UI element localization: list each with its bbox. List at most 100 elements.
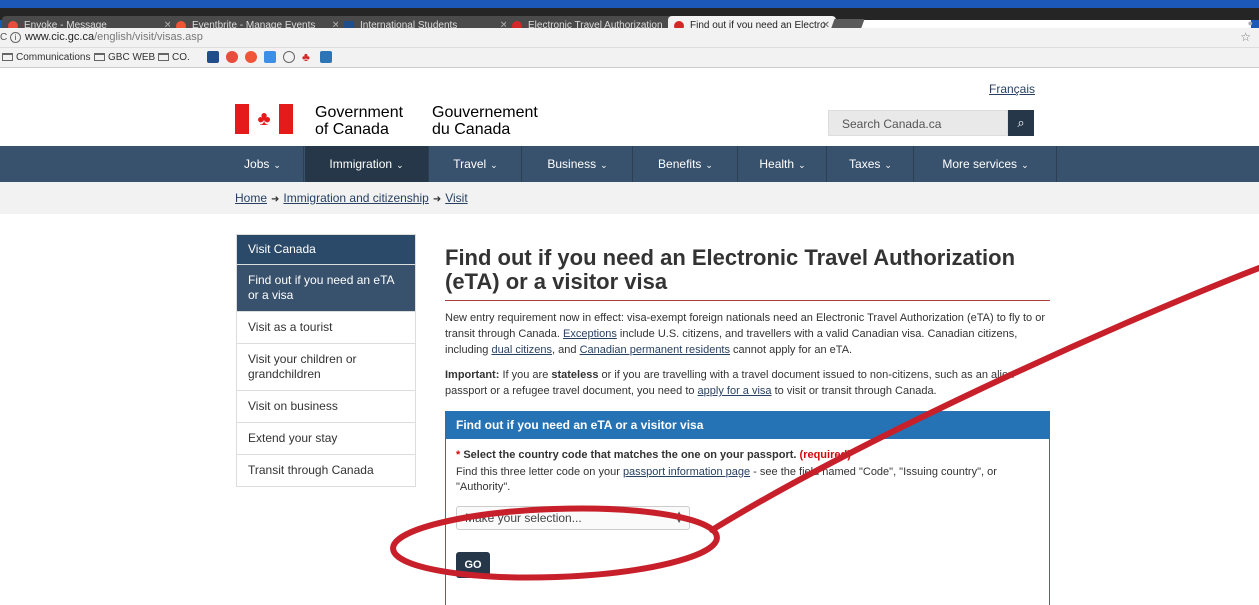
eventbrite-bookmark-icon[interactable] bbox=[245, 51, 257, 63]
panel-body: * Select the country code that matches t… bbox=[446, 439, 1049, 588]
country-code-select[interactable]: Make your selection... ▲ ▼ bbox=[456, 506, 690, 530]
chevron-down-icon: ⌄ bbox=[1021, 160, 1029, 170]
nav-item-business[interactable]: Business ⌄ bbox=[523, 146, 633, 182]
required-text: (required) bbox=[799, 449, 851, 461]
url-path: /english/visit/visas.asp bbox=[94, 31, 203, 43]
nav-label: Immigration bbox=[329, 157, 393, 171]
important-label: Important: bbox=[445, 369, 500, 381]
gbc-bookmark-icon[interactable] bbox=[207, 51, 219, 63]
dropbox-bookmark-icon[interactable] bbox=[264, 51, 276, 63]
chevron-down-icon: ⌄ bbox=[600, 160, 608, 170]
nav-label: Business bbox=[547, 157, 597, 171]
canada-flag-logo-icon[interactable]: ♣ bbox=[235, 104, 293, 134]
user-profile-icon[interactable]: ● bbox=[1248, 18, 1253, 28]
maple-leaf-icon: ♣ bbox=[257, 108, 271, 130]
arrow-right-icon: ➜ bbox=[432, 194, 442, 205]
breadcrumb-visit[interactable]: Visit bbox=[445, 191, 467, 205]
outlook-bookmark-icon[interactable] bbox=[320, 51, 332, 63]
section-menu-item-children[interactable]: Visit your children or grandchildren bbox=[237, 344, 415, 391]
breadcrumb-bar: Home ➜ Immigration and citizenship ➜ Visit bbox=[0, 182, 1259, 214]
nav-item-health[interactable]: Health ⌄ bbox=[739, 146, 827, 182]
country-code-label: * Select the country code that matches t… bbox=[456, 449, 1039, 461]
eta-check-panel: Find out if you need an eTA or a visitor… bbox=[445, 411, 1050, 605]
section-menu: Visit Canada Find out if you need an eTA… bbox=[236, 234, 416, 487]
url-host: www.cic.gc.ca bbox=[25, 31, 95, 43]
permanent-residents-link[interactable]: Canadian permanent residents bbox=[580, 344, 730, 356]
section-menu-item-eta[interactable]: Find out if you need an eTA or a visa bbox=[237, 265, 415, 312]
select-arrows-icon: ▲ ▼ bbox=[675, 509, 683, 525]
nav-label: More services bbox=[942, 157, 1018, 171]
search-input[interactable]: Search Canada.ca bbox=[828, 110, 1008, 136]
text: If you are bbox=[499, 369, 552, 381]
chevron-down-icon: ⌄ bbox=[273, 160, 281, 170]
web-page: Français ♣ Government of Canada Gouverne… bbox=[0, 68, 1259, 605]
nav-label: Taxes bbox=[849, 157, 881, 171]
gov-name-french: Gouvernement du Canada bbox=[432, 104, 538, 138]
info-icon[interactable]: i bbox=[10, 32, 21, 43]
stateless-term: stateless bbox=[551, 369, 599, 381]
gov-name-line: of Canada bbox=[315, 121, 389, 138]
text: Find this three letter code on your bbox=[456, 466, 623, 478]
apply-for-visa-link[interactable]: apply for a visa bbox=[698, 385, 772, 397]
section-menu-item-business[interactable]: Visit on business bbox=[237, 391, 415, 423]
breadcrumb-immigration[interactable]: Immigration and citizenship bbox=[283, 191, 428, 205]
nav-item-benefits[interactable]: Benefits ⌄ bbox=[634, 146, 738, 182]
browser-tab-strip: Envoke - Message ✕ Eventbrite - Manage E… bbox=[0, 0, 1259, 36]
arrow-right-icon: ➜ bbox=[271, 194, 280, 205]
breadcrumb-home[interactable]: Home bbox=[235, 191, 267, 205]
folder-icon bbox=[158, 53, 169, 61]
nav-item-immigration[interactable]: Immigration ⌄ bbox=[305, 146, 429, 182]
section-menu-item-extend[interactable]: Extend your stay bbox=[237, 423, 415, 455]
panel-title: Find out if you need an eTA or a visitor… bbox=[446, 412, 1049, 439]
bookmark-folder[interactable]: Communications bbox=[2, 52, 90, 63]
gov-name-line: Gouvernement bbox=[432, 104, 538, 121]
section-menu-item-tourist[interactable]: Visit as a tourist bbox=[237, 312, 415, 344]
main-content: Find out if you need an Electronic Trave… bbox=[445, 246, 1050, 399]
bookmark-star-icon[interactable]: ☆ bbox=[1240, 30, 1251, 44]
url-field[interactable]: i www.cic.gc.ca/english/visit/visas.asp bbox=[10, 31, 203, 43]
section-menu-heading[interactable]: Visit Canada bbox=[237, 235, 415, 265]
select-value: Make your selection... bbox=[465, 511, 582, 525]
folder-icon bbox=[2, 53, 13, 61]
language-toggle-link[interactable]: Français bbox=[989, 82, 1035, 96]
envoke-bookmark-icon[interactable] bbox=[226, 51, 238, 63]
flag-bar bbox=[235, 104, 249, 134]
reload-icon[interactable]: C bbox=[0, 32, 7, 43]
section-menu-item-transit[interactable]: Transit through Canada bbox=[237, 455, 415, 486]
gov-name-english: Government of Canada bbox=[315, 104, 403, 138]
nav-label: Benefits bbox=[658, 157, 702, 171]
bookmark-folder[interactable]: GBC WEB bbox=[94, 52, 155, 63]
chevron-down-icon: ⌄ bbox=[884, 160, 892, 170]
exceptions-link[interactable]: Exceptions bbox=[563, 328, 617, 340]
text: cannot apply for an eTA. bbox=[730, 344, 853, 356]
sync-bookmark-icon[interactable] bbox=[283, 51, 295, 63]
country-code-hint: Find this three letter code on your pass… bbox=[456, 465, 1039, 495]
text: to visit or transit through Canada. bbox=[771, 385, 937, 397]
nav-item-more-services[interactable]: More services ⌄ bbox=[915, 146, 1057, 182]
chevron-down-icon: ⌄ bbox=[798, 160, 806, 170]
maple-leaf-bookmark-icon[interactable]: ♣ bbox=[302, 51, 314, 63]
bookmark-label: GBC WEB bbox=[108, 52, 156, 63]
bookmark-label: CO. bbox=[172, 52, 190, 63]
nav-item-travel[interactable]: Travel ⌄ bbox=[430, 146, 522, 182]
chevron-down-icon: ⌄ bbox=[396, 160, 404, 170]
passport-info-link[interactable]: passport information page bbox=[623, 466, 750, 478]
bookmark-folder[interactable]: CO. bbox=[158, 52, 190, 63]
address-bar: C i www.cic.gc.ca/english/visit/visas.asp… bbox=[0, 28, 1259, 48]
dual-citizens-link[interactable]: dual citizens bbox=[491, 344, 552, 356]
flag-bar bbox=[279, 104, 293, 134]
breadcrumb: Home ➜ Immigration and citizenship ➜ Visit bbox=[235, 191, 468, 205]
nav-item-jobs[interactable]: Jobs ⌄ bbox=[222, 146, 304, 182]
go-button[interactable]: GO bbox=[456, 552, 490, 578]
chevron-down-icon: ⌄ bbox=[490, 160, 498, 170]
main-navigation: Jobs ⌄ Immigration ⌄ Travel ⌄ Business ⌄ Ben… bbox=[0, 146, 1259, 182]
folder-icon bbox=[94, 53, 105, 61]
important-paragraph: Important: If you are stateless or if yo… bbox=[445, 367, 1050, 399]
bookmarks-bar: Communications GBC WEB CO. ♣ bbox=[0, 48, 1259, 68]
search-button[interactable]: ⌕ bbox=[1008, 110, 1034, 136]
gov-name-line: du Canada bbox=[432, 121, 511, 138]
nav-item-taxes[interactable]: Taxes ⌄ bbox=[828, 146, 914, 182]
page-title: Find out if you need an Electronic Trave… bbox=[445, 246, 1050, 301]
search-icon: ⌕ bbox=[1017, 115, 1025, 130]
intro-paragraph: New entry requirement now in effect: vis… bbox=[445, 310, 1050, 358]
